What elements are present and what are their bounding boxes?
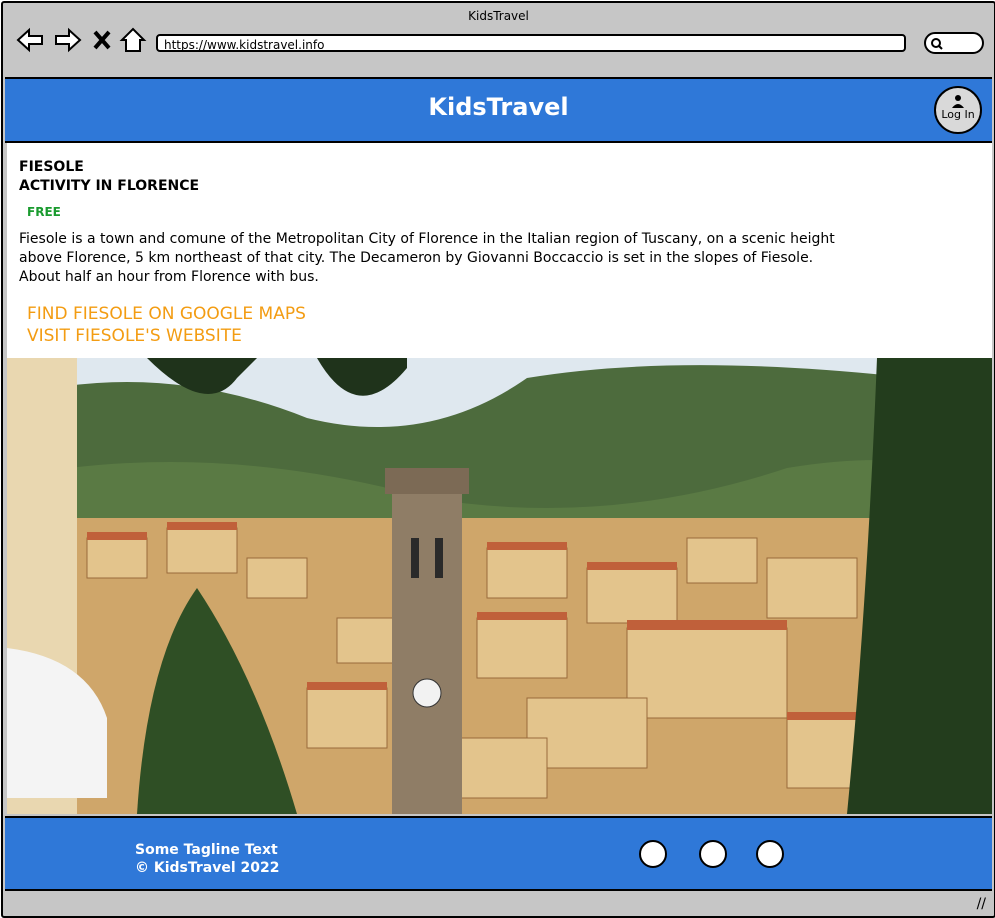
forward-arrow-icon[interactable] [54, 27, 82, 53]
back-arrow-icon[interactable] [16, 27, 44, 53]
search-box[interactable] [924, 32, 984, 54]
window-title: KidsTravel [468, 9, 529, 23]
login-label: Log In [941, 108, 975, 121]
google-maps-link[interactable]: FIND FIESOLE ON GOOGLE MAPS [27, 304, 306, 324]
social-icon-2[interactable] [699, 840, 727, 868]
site-brand[interactable]: KidsTravel [5, 93, 992, 121]
resize-grip-icon[interactable]: // [977, 896, 986, 912]
close-x-icon[interactable] [91, 27, 113, 53]
site-footer: Some Tagline Text © KidsTravel 2022 [5, 816, 992, 891]
website-link[interactable]: VISIT FIESOLE'S WEBSITE [27, 326, 242, 346]
activity-name: FIESOLE [19, 159, 84, 175]
user-icon [952, 95, 964, 108]
browser-window: KidsTravel https://www.kidstravel.info K… [1, 1, 995, 918]
search-icon [931, 38, 943, 50]
status-bar: // [5, 891, 992, 914]
activity-description: Fiesole is a town and comune of the Metr… [19, 231, 835, 285]
price-badge: FREE [27, 205, 61, 219]
fiesole-photo [7, 358, 992, 814]
login-button[interactable]: Log In [934, 86, 982, 134]
url-bar[interactable]: https://www.kidstravel.info [156, 34, 906, 52]
footer-tagline: Some Tagline Text [135, 842, 278, 858]
activity-details: FIESOLE ACTIVITY IN FLORENCE FREE Fiesol… [7, 143, 992, 358]
social-icon-3[interactable] [756, 840, 784, 868]
activity-subtitle: ACTIVITY IN FLORENCE [19, 178, 200, 194]
footer-copyright: © KidsTravel 2022 [135, 860, 280, 876]
home-icon[interactable] [119, 27, 147, 53]
social-icon-1[interactable] [639, 840, 667, 868]
site-header: KidsTravel Log In [5, 77, 992, 143]
